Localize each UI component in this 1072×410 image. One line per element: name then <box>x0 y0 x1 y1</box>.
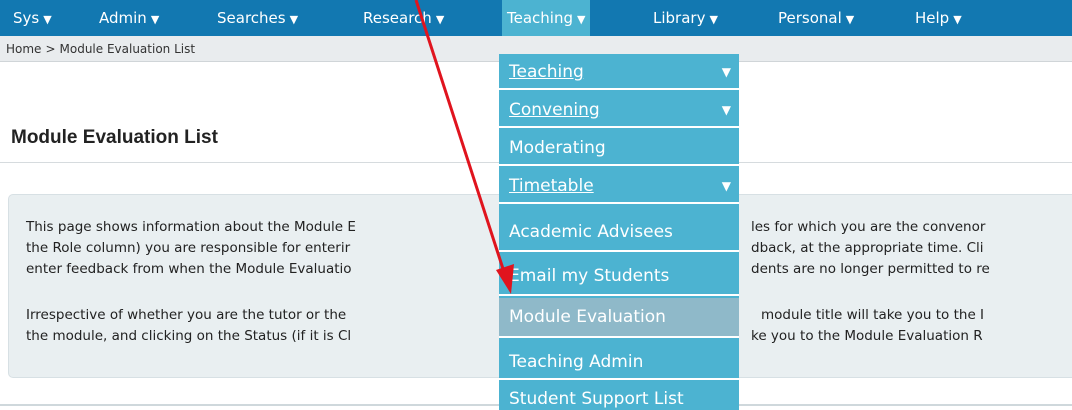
chevron-down-icon: ▼ <box>576 13 586 26</box>
nav-admin[interactable]: Admin ▼ <box>94 0 164 36</box>
chevron-down-icon: ▼ <box>150 13 160 26</box>
dropdown-item-academic-advisees[interactable]: Academic Advisees <box>499 212 739 252</box>
nav-searches[interactable]: Searches ▼ <box>212 0 303 36</box>
nav-personal-label: Personal <box>778 9 842 27</box>
info-paragraph-1-line-2: the Role column) you are responsible for… <box>26 240 351 256</box>
submenu-arrow-icon: ▼ <box>721 65 731 79</box>
page-title: Module Evaluation List <box>11 127 218 148</box>
dropdown-item-convening[interactable]: Convening ▼ <box>499 92 739 128</box>
dropdown-item-label: Student Support List <box>509 389 684 409</box>
submenu-arrow-icon: ▼ <box>721 179 731 193</box>
dropdown-item-label: Teaching <box>509 62 584 82</box>
nav-research-label: Research <box>363 9 432 27</box>
info-paragraph-2-line-2: the module, and clicking on the Status (… <box>26 328 352 344</box>
nav-library-label: Library <box>653 9 706 27</box>
nav-sys[interactable]: Sys ▼ <box>8 0 57 36</box>
nav-library[interactable]: Library ▼ <box>648 0 723 36</box>
top-navigation-bar: Sys ▼ Admin ▼ Searches ▼ Research ▼ Teaching… <box>0 0 1072 36</box>
breadcrumb-separator: > <box>45 42 56 56</box>
info-paragraph-1-line-3: enter feedback from when the Module Eval… <box>26 261 352 277</box>
nav-research[interactable]: Research ▼ <box>358 0 449 36</box>
dropdown-item-teaching-admin[interactable]: Teaching Admin <box>499 340 739 380</box>
dropdown-item-label: Convening <box>509 100 600 120</box>
chevron-down-icon: ▼ <box>845 13 855 26</box>
dropdown-item-label: Moderating <box>509 138 606 158</box>
dropdown-item-teaching[interactable]: Teaching ▼ <box>499 54 739 90</box>
dropdown-item-student-support-list[interactable]: Student Support List <box>499 382 739 410</box>
nav-personal[interactable]: Personal ▼ <box>773 0 859 36</box>
info-paragraph-2-line-1-tail: module title will take you to the I <box>761 307 985 323</box>
dropdown-item-module-evaluation[interactable]: Module Evaluation <box>499 298 739 338</box>
nav-sys-label: Sys <box>13 9 40 27</box>
chevron-down-icon: ▼ <box>289 13 299 26</box>
info-paragraph-1-line-1-tail: les for which you are the convenor <box>751 219 986 235</box>
dropdown-item-label: Teaching Admin <box>509 352 644 372</box>
teaching-dropdown-menu: Teaching ▼ Convening ▼ Moderating Timetabl… <box>499 54 739 410</box>
dropdown-item-label: Module Evaluation <box>509 307 666 327</box>
chevron-down-icon: ▼ <box>43 13 52 26</box>
info-paragraph-1-line-3-tail: dents are no longer permitted to re <box>751 261 990 277</box>
dropdown-item-label: Timetable <box>509 176 594 196</box>
nav-help-label: Help <box>915 9 950 27</box>
info-paragraph-1-line-2-tail: dback, at the appropriate time. Cli <box>751 240 984 256</box>
dropdown-item-timetable[interactable]: Timetable ▼ <box>499 168 739 204</box>
submenu-arrow-icon: ▼ <box>721 103 731 117</box>
breadcrumb-current: Module Evaluation List <box>59 42 196 56</box>
nav-searches-label: Searches <box>217 9 286 27</box>
chevron-down-icon: ▼ <box>435 13 445 26</box>
dropdown-item-label: Academic Advisees <box>509 222 673 242</box>
dropdown-item-label: Email my Students <box>509 266 670 286</box>
nav-teaching-label: Teaching <box>507 9 573 27</box>
breadcrumb-home-link[interactable]: Home <box>6 42 41 56</box>
info-paragraph-1-line-1: This page shows information about the Mo… <box>26 219 356 235</box>
nav-help[interactable]: Help ▼ <box>910 0 967 36</box>
info-paragraph-2-line-2-tail: ke you to the Module Evaluation R <box>751 328 983 344</box>
chevron-down-icon: ▼ <box>953 13 962 26</box>
nav-admin-label: Admin <box>99 9 147 27</box>
dropdown-item-email-my-students[interactable]: Email my Students <box>499 254 739 296</box>
dropdown-item-moderating[interactable]: Moderating <box>499 130 739 166</box>
nav-teaching[interactable]: Teaching ▼ <box>502 0 591 36</box>
chevron-down-icon: ▼ <box>709 13 718 26</box>
info-paragraph-2-line-1: Irrespective of whether you are the tuto… <box>26 307 347 323</box>
